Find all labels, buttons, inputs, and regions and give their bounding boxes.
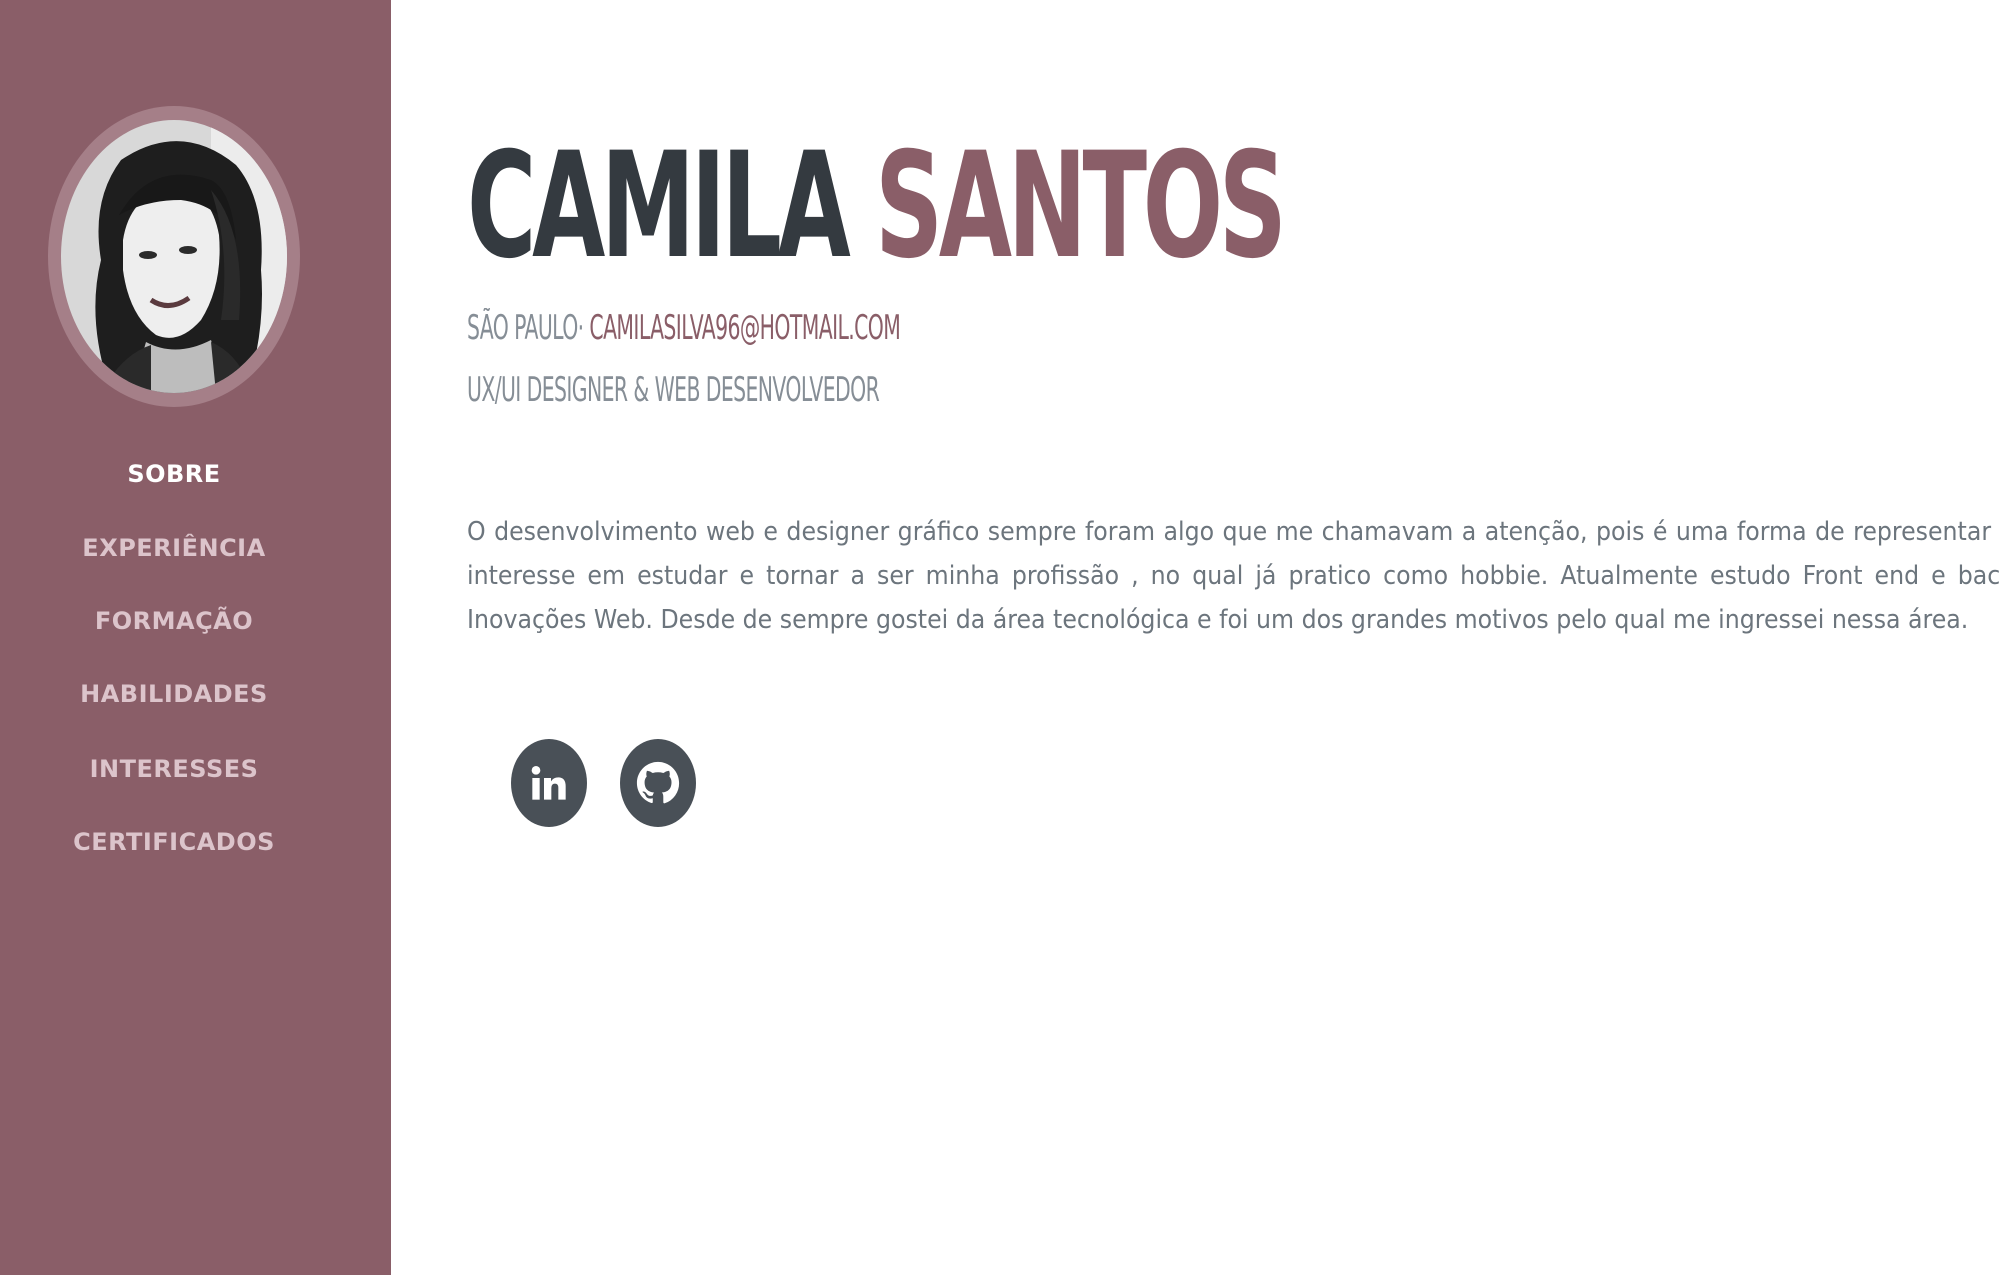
- sidebar-item-experiencia[interactable]: EXPERIÊNCIA: [0, 531, 348, 565]
- sidebar-item-sobre[interactable]: SOBRE: [0, 457, 348, 491]
- bio-paragraph: O desenvolvimento web e designer gráfico…: [467, 517, 2000, 635]
- role-subtitle: UX/UI DESIGNER & WEB DESENVOLVEDOR: [467, 370, 880, 410]
- sidebar-item-interesses[interactable]: INTERESSES: [0, 752, 348, 786]
- sidebar-nav: SOBRE EXPERIÊNCIA FORMAÇÃO HABILIDADES INTER…: [0, 0, 391, 1275]
- location: SÃO PAULO·: [467, 308, 584, 348]
- sidebar-item-formacao[interactable]: FORMAÇÃO: [0, 604, 348, 638]
- first-name: CAMILA: [467, 121, 851, 291]
- main-content: CAMILA SANTOS SÃO PAULO· CAMILASILVA96@H…: [391, 0, 2000, 1275]
- sidebar: SOBRE EXPERIÊNCIA FORMAÇÃO HABILIDADES INTER…: [0, 0, 391, 1275]
- linkedin-icon: [531, 766, 566, 800]
- page-title: CAMILA SANTOS: [467, 126, 1287, 286]
- last-name: SANTOS: [875, 121, 1287, 291]
- contact-line: SÃO PAULO· CAMILASILVA96@HOTMAIL.COM: [467, 308, 901, 348]
- sidebar-item-certificados[interactable]: CERTIFICADOS: [0, 825, 348, 859]
- linkedin-button[interactable]: [511, 739, 587, 827]
- github-button[interactable]: [620, 739, 696, 827]
- github-icon: [636, 761, 680, 804]
- sidebar-item-habilidades[interactable]: HABILIDADES: [0, 677, 348, 711]
- email-link[interactable]: CAMILASILVA96@HOTMAIL.COM: [589, 308, 900, 348]
